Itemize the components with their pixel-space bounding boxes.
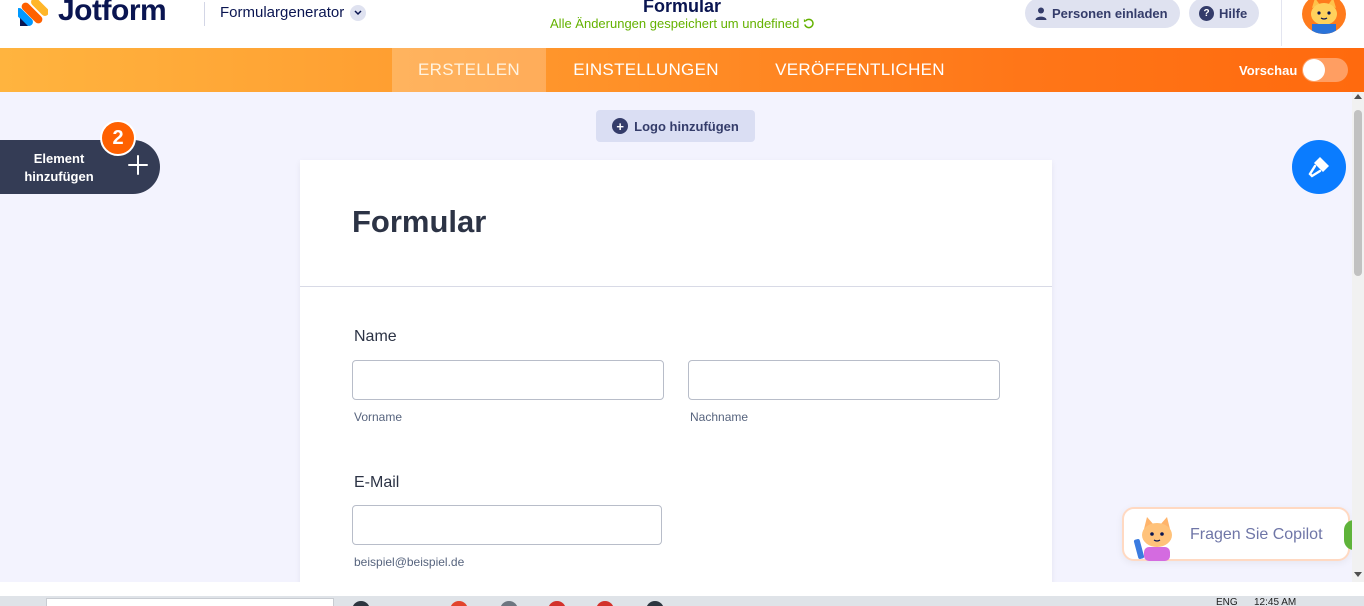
first-name-input[interactable] <box>352 360 664 400</box>
taskbar-app-icon[interactable] <box>646 601 664 606</box>
form-heading[interactable]: Formular <box>352 204 486 240</box>
help-button[interactable]: ? Hilfe <box>1189 0 1260 28</box>
notification-badge: 2 <box>100 120 136 156</box>
taskbar-app-icon[interactable] <box>352 601 370 606</box>
last-name-sublabel: Nachname <box>690 410 749 424</box>
form-designer-button[interactable] <box>1292 140 1346 194</box>
save-status-text: Alle Änderungen gespeichert um undefined <box>550 16 800 31</box>
paint-roller-icon <box>1308 157 1329 178</box>
tab-settings[interactable]: EINSTELLUNGEN <box>556 48 736 92</box>
os-taskbar: ENG 12:45 AM <box>0 596 1364 606</box>
builder-nav: ERSTELLEN EINSTELLUNGEN VERÖFFENTLICHEN … <box>0 48 1364 92</box>
taskbar-clock[interactable]: 12:45 AM <box>1254 597 1296 606</box>
refresh-icon[interactable] <box>803 18 814 29</box>
preview-toggle[interactable] <box>1302 58 1348 82</box>
email-field-label[interactable]: E-Mail <box>354 474 399 492</box>
first-name-sublabel: Vorname <box>354 410 403 424</box>
tab-create[interactable]: ERSTELLEN <box>392 48 546 92</box>
form-card: Formular Name Vorname Nachname E-Mail be… <box>300 160 1052 606</box>
taskbar-search[interactable] <box>46 598 334 606</box>
tab-publish[interactable]: VERÖFFENTLICHEN <box>760 48 960 92</box>
last-name-input[interactable] <box>688 360 1000 400</box>
add-element-button[interactable]: Element hinzufügen <box>0 140 160 194</box>
help-icon: ? <box>1199 5 1214 21</box>
plus-icon <box>128 155 148 175</box>
invite-label: Personen einladen <box>1052 5 1168 21</box>
copilot-label: Fragen Sie Copilot <box>1190 526 1323 543</box>
form-divider <box>300 286 1052 287</box>
copilot-button[interactable]: Fragen Sie Copilot <box>1122 507 1350 561</box>
taskbar-app-icon[interactable] <box>548 601 566 606</box>
email-sublabel: beispiel@beispiel.de <box>354 555 465 569</box>
preview-label: Vorschau <box>1239 63 1298 78</box>
top-header: Jotform Formulargenerator Formular Alle … <box>0 0 1364 48</box>
browser-bottom-edge <box>0 582 1364 596</box>
page-scrollbar[interactable] <box>1352 92 1364 582</box>
add-logo-label: Logo hinzufügen <box>634 118 739 134</box>
user-icon <box>1035 7 1047 20</box>
name-field-label[interactable]: Name <box>354 328 397 346</box>
copilot-cat-icon <box>1133 517 1172 561</box>
taskbar-app-icon[interactable] <box>500 601 518 606</box>
help-label: Hilfe <box>1219 5 1248 21</box>
toggle-knob <box>1303 59 1325 81</box>
taskbar-app-icon[interactable] <box>450 601 468 606</box>
email-input[interactable] <box>352 505 662 545</box>
plus-circle-icon: + <box>612 118 629 134</box>
taskbar-language[interactable]: ENG <box>1216 597 1238 606</box>
taskbar-app-icon[interactable] <box>596 601 614 606</box>
scroll-up-arrow[interactable] <box>1354 94 1362 99</box>
scroll-thumb[interactable] <box>1354 110 1362 276</box>
scroll-down-arrow[interactable] <box>1354 572 1362 577</box>
add-element-label: Element hinzufügen <box>24 151 94 184</box>
invite-people-button[interactable]: Personen einladen <box>1025 0 1180 28</box>
header-divider-right <box>1281 0 1282 46</box>
add-logo-button[interactable]: + Logo hinzufügen <box>596 110 755 142</box>
